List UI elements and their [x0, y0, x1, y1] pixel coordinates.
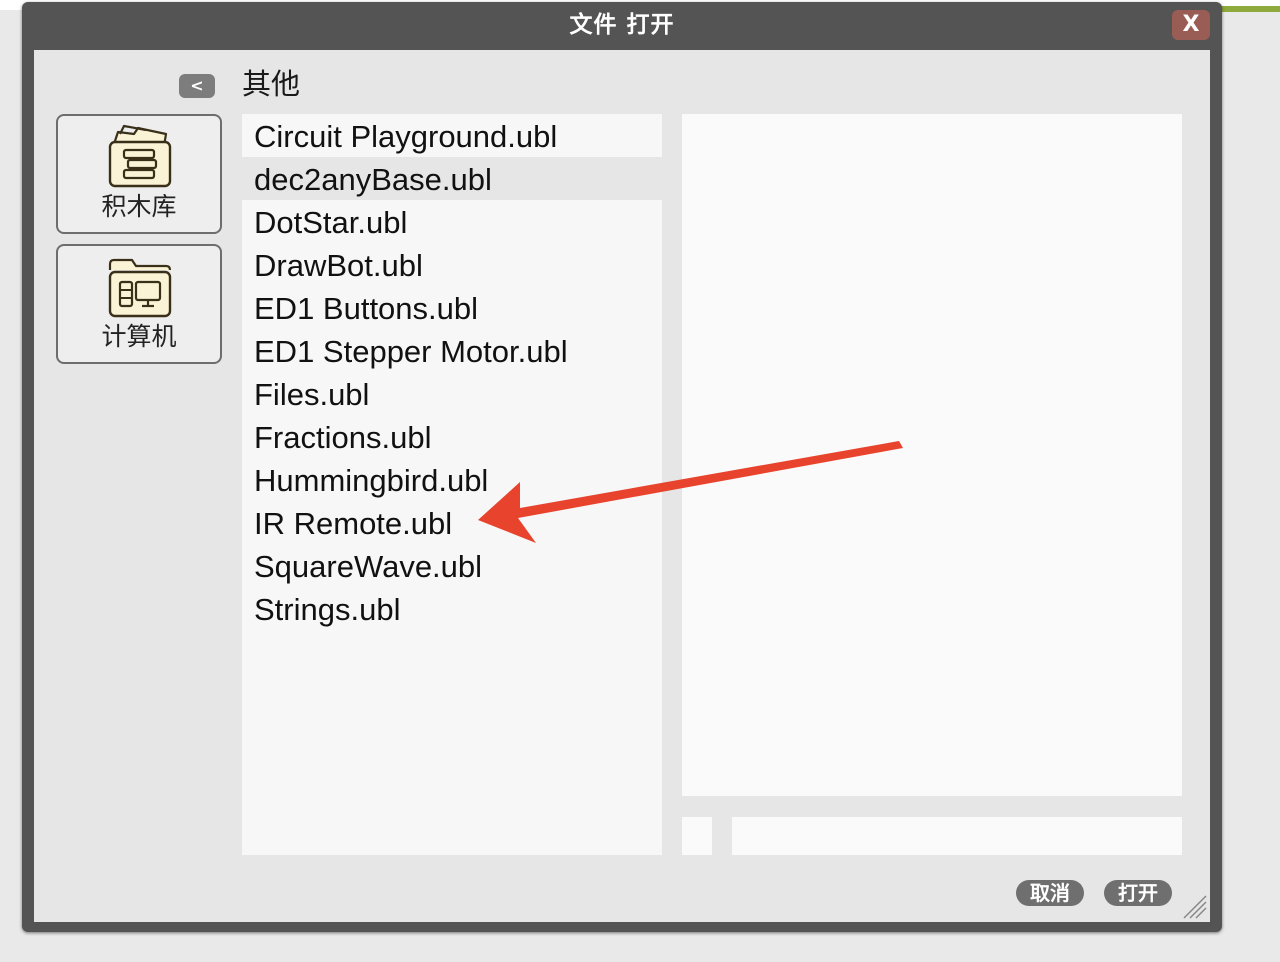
sidebar-item-label: 计算机 [101, 322, 177, 351]
file-item[interactable]: Circuit Playground.ubl [242, 114, 662, 157]
computer-folder-icon [108, 258, 172, 318]
file-item[interactable]: Files.ubl [242, 372, 662, 415]
file-open-dialog: 文件 打开 X < 其他 积木库 计算机 Circuit Playground.… [22, 2, 1222, 932]
file-list[interactable]: Circuit Playground.ubl dec2anyBase.ubl D… [242, 114, 662, 855]
back-button[interactable]: < [179, 74, 215, 98]
close-button[interactable]: X [1172, 10, 1210, 40]
file-preview-pane [682, 114, 1182, 796]
file-item[interactable]: Fractions.ubl [242, 415, 662, 458]
file-item-selected[interactable]: dec2anyBase.ubl [242, 157, 662, 200]
sidebar-item-library[interactable]: 积木库 [56, 114, 222, 234]
file-item[interactable]: DrawBot.ubl [242, 243, 662, 286]
file-item[interactable]: DotStar.ubl [242, 200, 662, 243]
current-folder-label: 其他 [242, 67, 301, 101]
file-type-box [682, 817, 712, 855]
file-item[interactable]: Hummingbird.ubl [242, 458, 662, 501]
sidebar-item-label: 积木库 [101, 192, 177, 221]
file-item[interactable]: ED1 Buttons.ubl [242, 286, 662, 329]
open-button[interactable]: 打开 [1104, 880, 1172, 906]
resize-handle-icon[interactable] [1180, 892, 1208, 920]
dialog-title[interactable]: 文件 打开 [22, 2, 1222, 50]
cancel-button[interactable]: 取消 [1016, 880, 1084, 906]
dialog-content: < 其他 积木库 计算机 Circuit Playground.ubl dec2… [34, 50, 1210, 922]
library-books-icon [108, 124, 172, 188]
file-item[interactable]: Strings.ubl [242, 587, 662, 630]
file-item[interactable]: SquareWave.ubl [242, 544, 662, 587]
sidebar-item-computer[interactable]: 计算机 [56, 244, 222, 364]
file-item[interactable]: ED1 Stepper Motor.ubl [242, 329, 662, 372]
file-name-field[interactable] [732, 817, 1182, 855]
file-item[interactable]: IR Remote.ubl [242, 501, 662, 544]
